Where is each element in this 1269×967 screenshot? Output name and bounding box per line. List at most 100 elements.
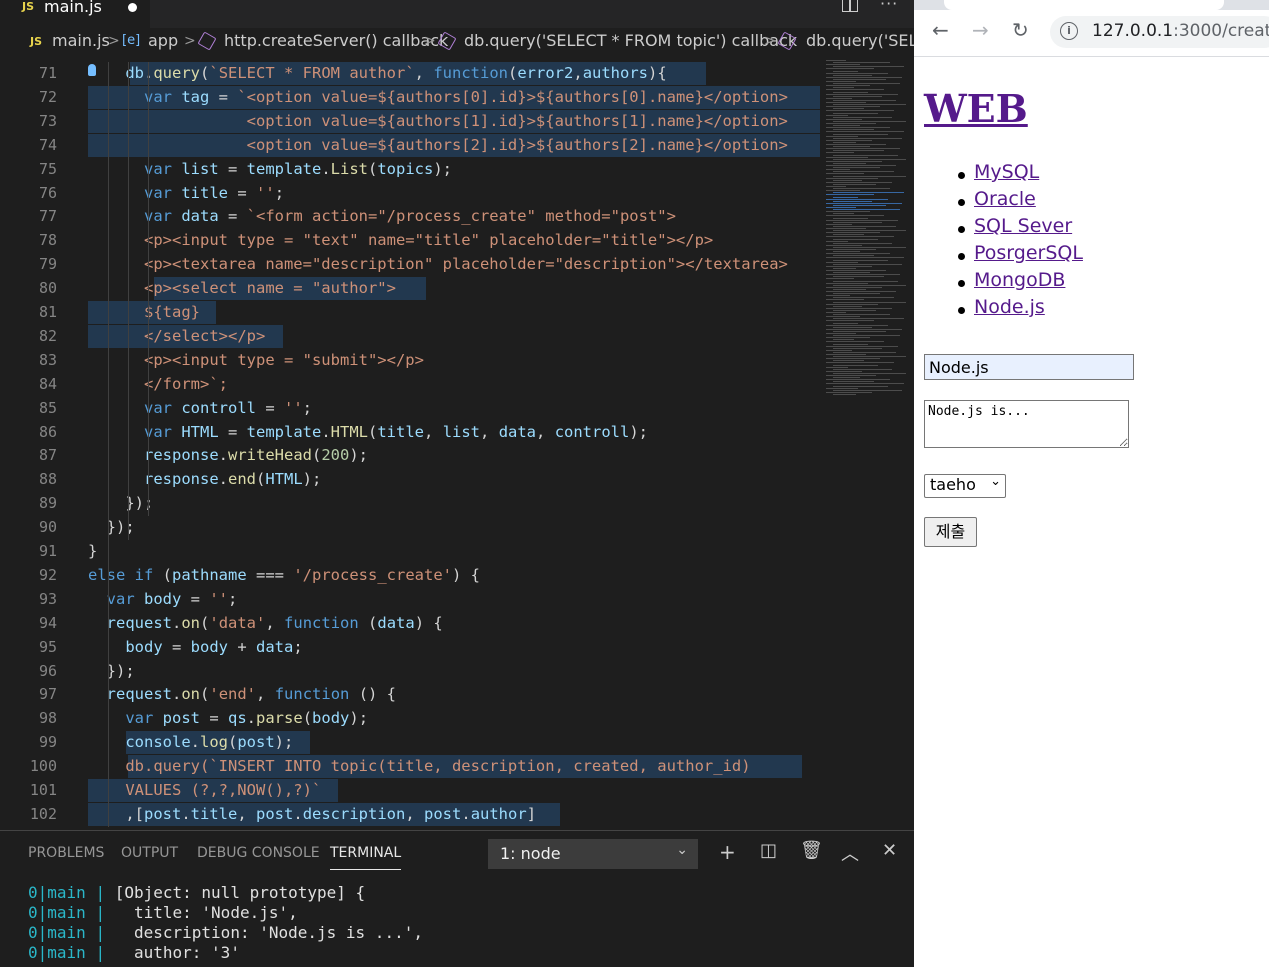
code-line[interactable]: request.on('data', function (data) { (88, 612, 443, 635)
code-line[interactable]: db.query(`SELECT * FROM author`, functio… (88, 62, 666, 85)
minimap-line (833, 385, 888, 387)
topic-link[interactable]: MySQL (974, 161, 1039, 183)
minimap-line (833, 393, 856, 395)
code-line[interactable]: var controll = ''; (88, 397, 312, 420)
code-line[interactable]: ${tag} (88, 301, 200, 324)
breadcrumb-item[interactable]: http.createServer() callback (224, 31, 448, 50)
unsaved-dot-icon[interactable] (128, 3, 137, 12)
breadcrumb-item[interactable]: db.query('SELE (806, 31, 914, 50)
code-line[interactable]: <p><textarea name="description" placehol… (88, 253, 788, 276)
terminal-separator: | (95, 903, 106, 922)
minimap[interactable] (822, 56, 912, 830)
minimap-line (826, 362, 894, 364)
tab-terminal[interactable]: TERMINAL (330, 845, 402, 870)
code-line[interactable]: var tag = `<option value=${authors[0].id… (88, 86, 788, 109)
minimap-line (833, 104, 910, 106)
breadcrumb-item[interactable]: app (148, 31, 178, 50)
editor-scrollbar[interactable] (906, 56, 914, 830)
code-line[interactable]: request.on('end', function () { (88, 683, 396, 706)
minimap-line (833, 368, 892, 370)
submit-button[interactable]: 제출 (924, 517, 977, 547)
close-panel-icon[interactable]: ✕ (882, 840, 897, 861)
minimap-line (833, 146, 870, 148)
title-input[interactable] (924, 354, 1134, 380)
minimap-line (833, 204, 886, 206)
code-line[interactable]: var post = qs.parse(body); (88, 707, 368, 730)
page-title[interactable]: WEB (924, 86, 1028, 131)
code-line[interactable]: response.writeHead(200); (88, 444, 368, 467)
author-select[interactable]: taeho ⌄ (924, 474, 1006, 498)
code-line[interactable]: var list = template.List(topics); (88, 158, 452, 181)
terminal-selector[interactable]: 1: node ⌄ (488, 839, 698, 869)
line-number: 80 (38, 279, 57, 298)
code-line[interactable]: db.query(`INSERT INTO topic(title, descr… (88, 755, 750, 778)
topic-link[interactable]: Node.js (974, 296, 1045, 318)
code-line[interactable]: </form>`; (88, 373, 228, 396)
line-number: 90 (38, 518, 57, 537)
url-text: 127.0.0.1:3000/create (1092, 21, 1269, 41)
minimap-line (826, 123, 876, 124)
minimap-line (833, 108, 864, 110)
code-line[interactable]: <p><input type = "submit"></p> (88, 349, 424, 372)
minimap-line (833, 309, 876, 311)
code-line[interactable]: body = body + data; (88, 636, 302, 659)
more-actions-icon[interactable]: ··· (880, 0, 898, 13)
code-line[interactable]: console.log(post); (88, 731, 293, 754)
tab-problems[interactable]: PROBLEMS (28, 845, 104, 861)
code-area[interactable]: db.query(`SELECT * FROM author`, functio… (88, 60, 820, 830)
code-line[interactable]: <option value=${authors[1].id}>${authors… (88, 110, 788, 133)
minimap-line (826, 303, 878, 305)
code-line[interactable]: var title = ''; (88, 182, 284, 205)
code-line[interactable]: response.end(HTML); (88, 468, 321, 491)
maximize-panel-icon[interactable]: ︿ (841, 840, 859, 866)
split-editor-icon[interactable] (842, 0, 858, 12)
code-line[interactable]: else if (pathname === '/process_create')… (88, 564, 480, 587)
code-line[interactable]: <option value=${authors[2].id}>${authors… (88, 134, 788, 157)
reload-icon[interactable]: ↻ (1012, 18, 1029, 42)
split-terminal-icon[interactable]: ◫ (760, 840, 777, 861)
new-terminal-icon[interactable]: + (719, 840, 736, 864)
minimap-line (826, 341, 884, 343)
topic-link[interactable]: Oracle (974, 188, 1036, 210)
tab-output[interactable]: OUTPUT (121, 845, 178, 861)
code-line[interactable]: }); (88, 492, 153, 515)
minimap-line (833, 225, 896, 227)
code-line[interactable]: ,[post.title, post.description, post.aut… (88, 803, 536, 826)
breadcrumb-item[interactable]: db.query('SELECT * FROM topic') callback (464, 31, 797, 50)
code-line[interactable]: <p><select name = "author"> (88, 277, 396, 300)
tab-debug-console[interactable]: DEBUG CONSOLE (197, 845, 320, 861)
code-line[interactable]: </select></p> (88, 325, 265, 348)
editor-tab-bar: JS main.js ··· (0, 0, 914, 28)
terminal-line: 0|main | author: '3' (28, 943, 240, 962)
minimap-line (833, 120, 906, 122)
minimap-line (833, 154, 898, 156)
topic-link[interactable]: PosrgerSQL (974, 242, 1083, 264)
code-line[interactable]: VALUES (?,?,NOW(),?)` (88, 779, 321, 802)
code-line[interactable]: var body = ''; (88, 588, 238, 611)
minimap-line (833, 129, 874, 131)
minimap-line (826, 337, 870, 339)
breadcrumb-item[interactable]: main.js (52, 31, 110, 50)
forward-arrow-icon[interactable]: → (972, 18, 989, 42)
terminal-selector-value: 1: node (500, 844, 561, 863)
minimap-line (826, 261, 858, 263)
topic-link[interactable]: SQL Sever (974, 215, 1072, 237)
address-bar[interactable]: i 127.0.0.1:3000/create (1050, 16, 1269, 48)
code-line[interactable]: var data = `<form action="/process_creat… (88, 205, 676, 228)
line-number: 96 (38, 661, 57, 680)
code-line[interactable]: var HTML = template.HTML(title, list, da… (88, 421, 648, 444)
minimap-line (826, 169, 850, 171)
tab-main-js[interactable]: JS main.js (0, 0, 150, 28)
description-textarea[interactable]: Node.js is... (924, 400, 1129, 448)
browser-toolbar: ← → ↻ i 127.0.0.1:3000/create (914, 10, 1269, 57)
code-line[interactable]: }); (88, 660, 135, 683)
code-line[interactable]: <p><input type = "text" name="title" pla… (88, 229, 713, 252)
site-info-icon[interactable]: i (1060, 22, 1078, 40)
code-line[interactable]: } (88, 540, 97, 563)
minimap-line (826, 207, 856, 208)
browser-active-tab[interactable] (944, 0, 1224, 10)
minimap-line (826, 144, 886, 145)
back-arrow-icon[interactable]: ← (932, 18, 949, 42)
topic-link[interactable]: MongoDB (974, 269, 1065, 291)
trash-icon[interactable]: 🗑 (800, 840, 823, 861)
